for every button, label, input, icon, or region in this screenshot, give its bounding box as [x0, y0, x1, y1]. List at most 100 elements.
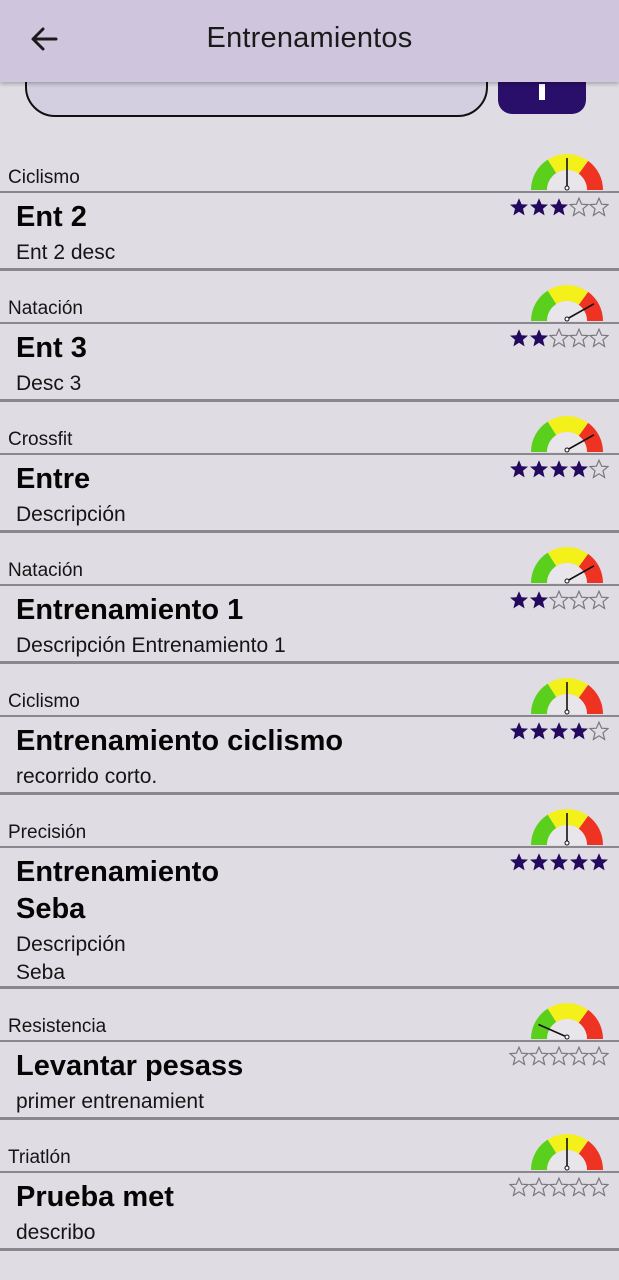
training-category: Resistencia: [8, 1016, 107, 1037]
training-header: Triatlón: [0, 1120, 619, 1173]
intensity-gauge-icon: [531, 678, 603, 715]
star-filled-icon: [510, 853, 528, 871]
intensity-gauge-icon: [531, 1134, 603, 1171]
training-category: Natación: [8, 298, 83, 319]
star-filled-icon: [530, 329, 548, 347]
training-title: Ent 3: [16, 332, 87, 364]
training-category: Precisión: [8, 822, 87, 843]
star-empty-icon: [569, 1177, 589, 1197]
rating-stars: [509, 197, 609, 217]
training-body: Entrenamiento Seba Descripción Seba: [0, 848, 619, 987]
training-description: Descripción Seba: [16, 933, 126, 984]
star-empty-icon: [589, 328, 609, 348]
training-item[interactable]: Ciclismo Entrenamiento ciclismo recorrido …: [0, 664, 619, 795]
training-header: Ciclismo: [0, 664, 619, 717]
star-empty-icon: [589, 721, 609, 741]
rating-stars: [509, 328, 609, 348]
training-item[interactable]: Precisión Entrenamiento Seba Descripción S…: [0, 795, 619, 989]
star-filled-icon: [570, 460, 588, 478]
star-empty-icon: [509, 1046, 529, 1066]
training-item[interactable]: Ciclismo Ent 2 Ent 2 desc: [0, 140, 619, 271]
star-empty-icon: [589, 459, 609, 479]
star-filled-icon: [530, 591, 548, 609]
star-filled-icon: [530, 722, 548, 740]
training-description: Ent 2 desc: [16, 241, 116, 264]
star-empty-icon: [589, 590, 609, 610]
training-title: Entrenamiento Seba: [16, 856, 220, 925]
training-category: Ciclismo: [8, 691, 80, 712]
training-item[interactable]: Resistencia Levantar pesass primer entrena…: [0, 989, 619, 1120]
training-category: Ciclismo: [8, 167, 80, 188]
star-empty-icon: [509, 1177, 529, 1197]
app-bar: Entrenamientos: [0, 0, 619, 82]
star-filled-icon: [590, 853, 608, 871]
training-description: Descripción: [16, 503, 126, 526]
training-item[interactable]: Natación Entrenamiento 1 Descripción Entre…: [0, 533, 619, 664]
star-empty-icon: [549, 1046, 569, 1066]
training-body: Entre Descripción: [0, 455, 619, 531]
intensity-gauge-icon: [531, 547, 603, 584]
training-header: Resistencia: [0, 989, 619, 1042]
star-filled-icon: [510, 460, 528, 478]
star-filled-icon: [570, 722, 588, 740]
intensity-gauge-icon: [531, 416, 603, 453]
training-description: Desc 3: [16, 372, 82, 395]
training-title: Entrenamiento 1: [16, 594, 244, 626]
star-filled-icon: [550, 853, 568, 871]
rating-stars: [509, 852, 609, 872]
training-body: Ent 3 Desc 3: [0, 324, 619, 400]
training-description: primer entrenamient: [16, 1090, 204, 1113]
rating-stars: [509, 1046, 609, 1066]
star-filled-icon: [530, 198, 548, 216]
training-category: Crossfit: [8, 429, 73, 450]
training-item[interactable]: Triatlón Prueba met describo: [0, 1120, 619, 1251]
star-filled-icon: [530, 460, 548, 478]
training-title: Entrenamiento ciclismo: [16, 725, 344, 757]
star-filled-icon: [570, 853, 588, 871]
training-body: Levantar pesass primer entrenamient: [0, 1042, 619, 1118]
star-empty-icon: [549, 590, 569, 610]
training-list: Ciclismo Ent 2 Ent 2 desc Natación Ent 3 Desc…: [0, 140, 619, 1251]
training-header: Precisión: [0, 795, 619, 848]
star-empty-icon: [569, 1046, 589, 1066]
training-category: Natación: [8, 560, 83, 581]
training-item[interactable]: Crossfit Entre Descripción: [0, 402, 619, 533]
intensity-gauge-icon: [531, 154, 603, 191]
training-header: Natación: [0, 271, 619, 324]
star-empty-icon: [589, 197, 609, 217]
training-header: Natación: [0, 533, 619, 586]
page-title: Entrenamientos: [206, 22, 413, 54]
rating-stars: [509, 459, 609, 479]
training-body: Prueba met describo: [0, 1173, 619, 1249]
star-empty-icon: [529, 1046, 549, 1066]
star-empty-icon: [569, 590, 589, 610]
training-body: Entrenamiento 1 Descripción Entrenamiento…: [0, 586, 619, 662]
star-filled-icon: [550, 460, 568, 478]
rating-stars: [509, 721, 609, 741]
rating-stars: [509, 1177, 609, 1197]
star-empty-icon: [529, 1177, 549, 1197]
add-icon: [539, 84, 545, 100]
training-body: Entrenamiento ciclismo recorrido corto.: [0, 717, 619, 793]
intensity-gauge-icon: [531, 809, 603, 846]
star-empty-icon: [569, 197, 589, 217]
star-filled-icon: [550, 198, 568, 216]
star-filled-icon: [510, 722, 528, 740]
training-description: describo: [16, 1221, 96, 1244]
intensity-gauge-icon: [531, 285, 603, 322]
star-filled-icon: [510, 198, 528, 216]
training-title: Ent 2: [16, 201, 87, 233]
star-filled-icon: [510, 591, 528, 609]
training-header: Crossfit: [0, 402, 619, 455]
training-body: Ent 2 Ent 2 desc: [0, 193, 619, 269]
training-category: Triatlón: [8, 1147, 71, 1168]
training-header: Ciclismo: [0, 140, 619, 193]
star-empty-icon: [569, 328, 589, 348]
star-empty-icon: [549, 328, 569, 348]
training-item[interactable]: Natación Ent 3 Desc 3: [0, 271, 619, 402]
star-filled-icon: [510, 329, 528, 347]
rating-stars: [509, 590, 609, 610]
training-title: Entre: [16, 463, 91, 495]
training-title: Prueba met: [16, 1181, 174, 1213]
star-empty-icon: [549, 1177, 569, 1197]
